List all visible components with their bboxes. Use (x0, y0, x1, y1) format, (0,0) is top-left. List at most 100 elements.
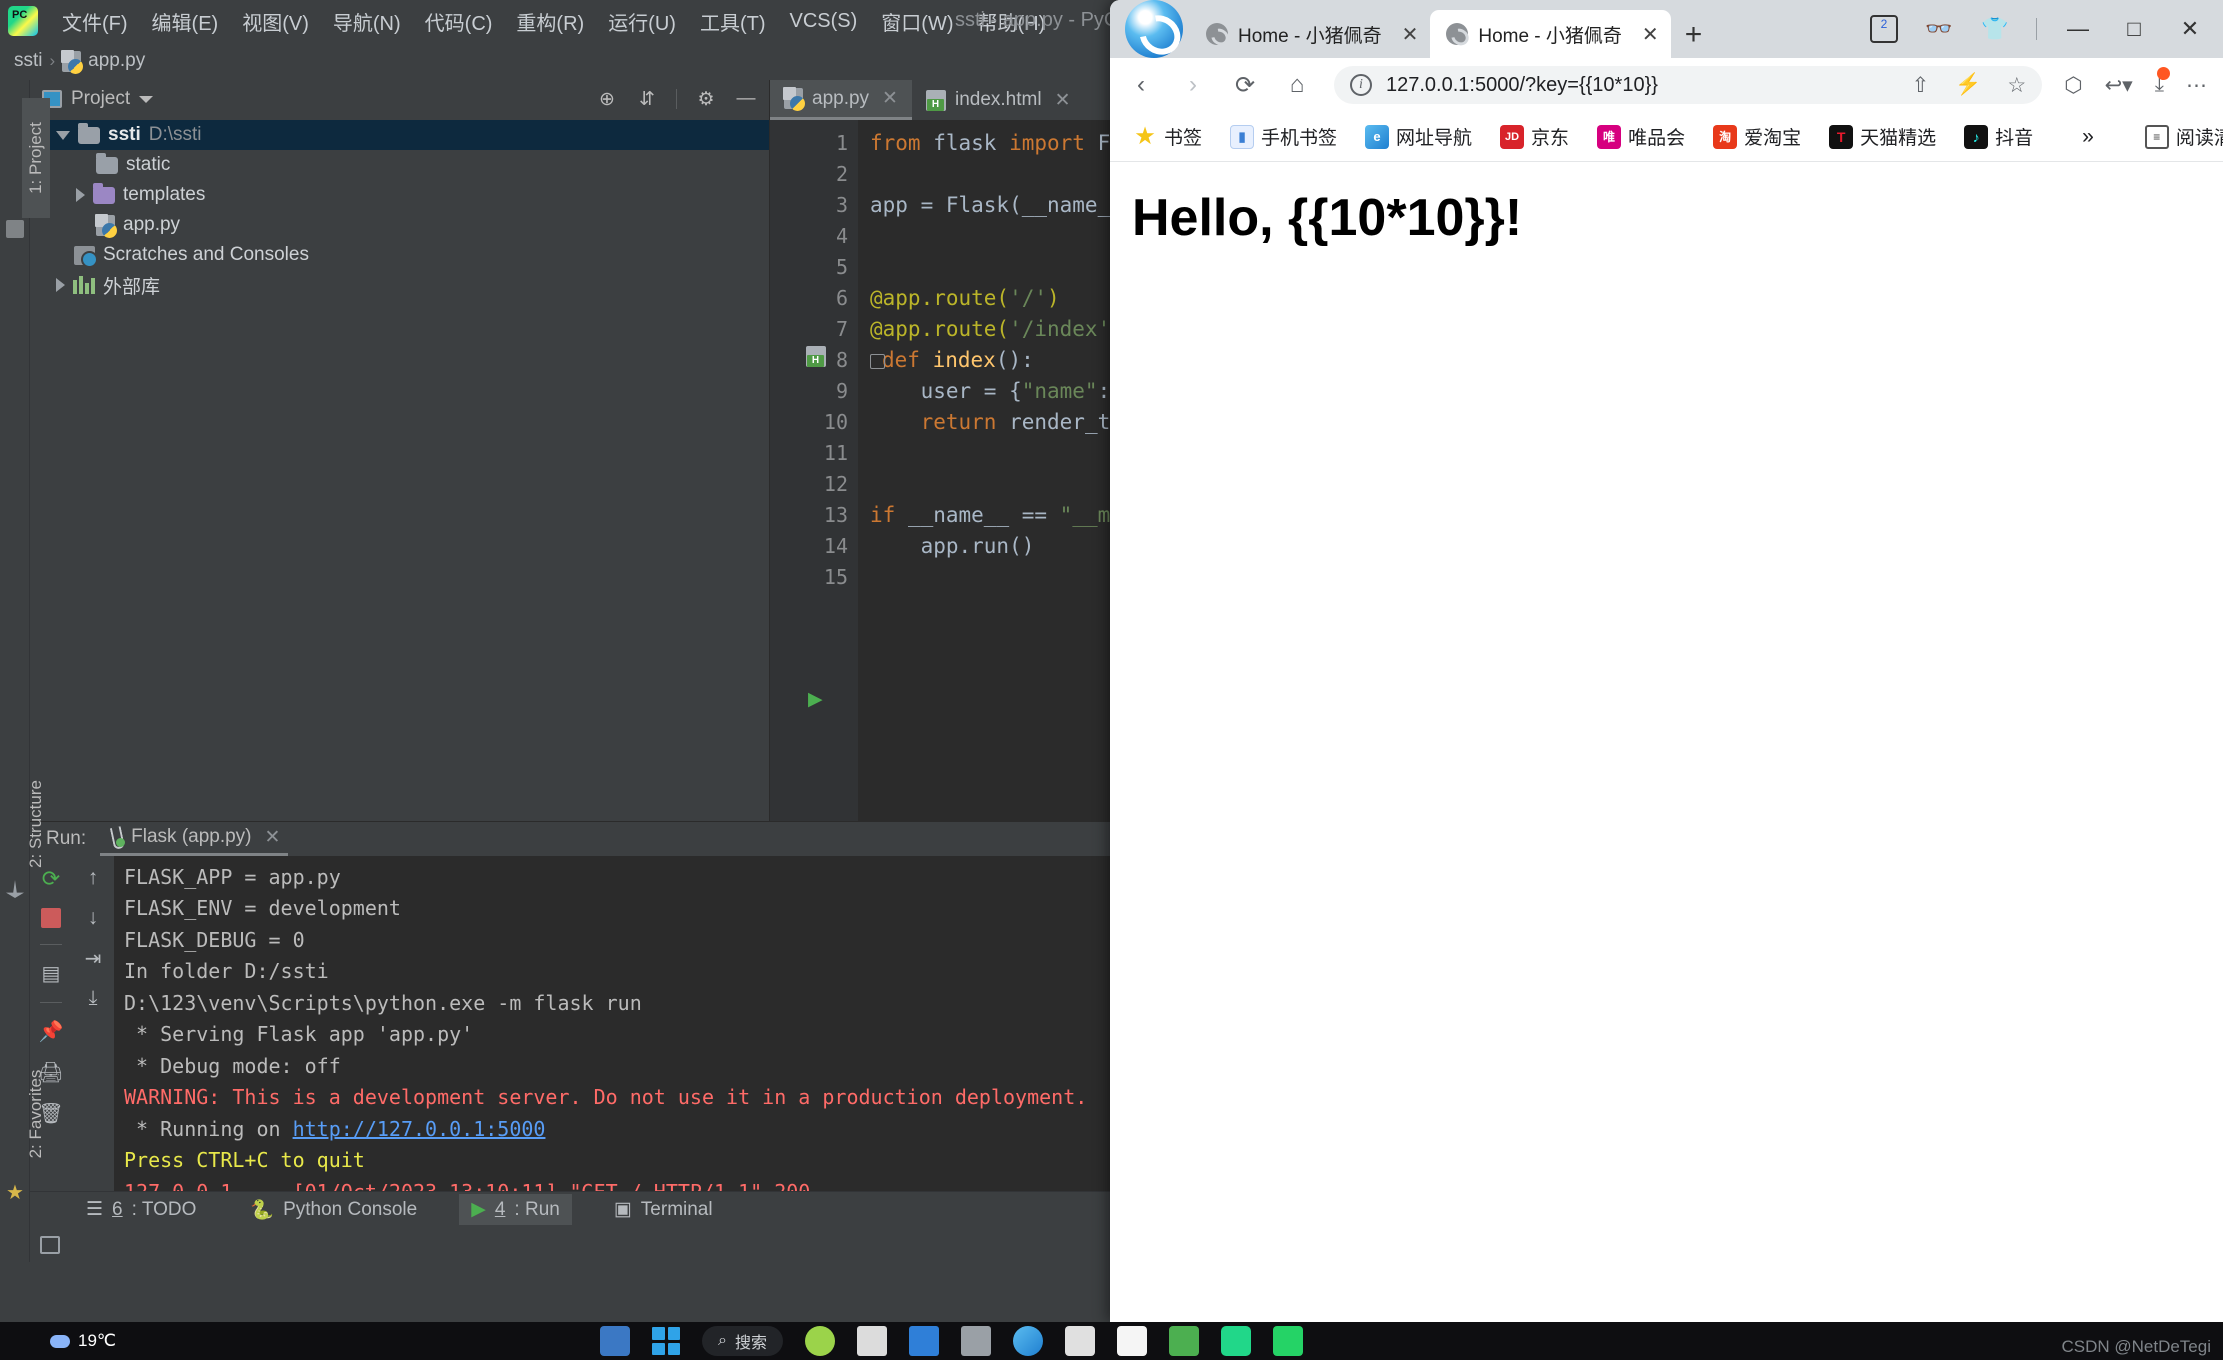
taskbar-weather[interactable]: 19℃ (0, 1331, 116, 1351)
address-bar[interactable]: i 127.0.0.1:5000/?key={{10*10}} ⇧ ⚡ ☆ (1334, 66, 2043, 104)
breadcrumb-file[interactable]: app.py (88, 50, 145, 72)
tree-item-ssti[interactable]: ssti D:\ssti (30, 120, 769, 150)
status-item-terminal[interactable]: ▣ Terminal (602, 1194, 725, 1225)
collections-puzzle-icon[interactable]: ⬡ (2064, 73, 2082, 98)
sidebar-item-structure[interactable]: 2: Structure (22, 764, 50, 884)
lightning-icon[interactable]: ⚡ (1955, 73, 1981, 97)
terminal-strip-icon[interactable] (40, 1235, 60, 1254)
tree-item-static[interactable]: static (30, 150, 769, 180)
reading-list-button[interactable]: ≡ 阅读清单 (2136, 119, 2223, 154)
browser-tab-1[interactable]: Home - 小猪佩奇 ✕ (1190, 10, 1431, 58)
taskbar-search[interactable]: ⌕ 搜索 (702, 1326, 783, 1356)
bookmark-item-4[interactable]: 唯唯品会 (1588, 119, 1694, 154)
chevron-down-icon[interactable] (139, 95, 154, 103)
expand-arrow-icon[interactable] (56, 278, 65, 292)
close-icon[interactable]: ✕ (882, 87, 898, 110)
tree-item-scratches[interactable]: Scratches and Consoles (30, 240, 769, 270)
incognito-icon[interactable]: 👓 (1924, 16, 1954, 42)
soft-wrap-icon[interactable]: ⇥ (85, 946, 102, 971)
site-info-icon[interactable]: i (1350, 74, 1372, 96)
bookmarks-strip-icon[interactable] (6, 220, 24, 238)
bookmark-item-3[interactable]: JD 京东 (1491, 119, 1578, 154)
taskbar-app4-icon[interactable] (1064, 1326, 1095, 1356)
menu-item-window[interactable]: 窗口(W) (869, 4, 965, 39)
breadcrumb-project[interactable]: ssti (14, 50, 43, 72)
menu-item-file[interactable]: 文件(F) (50, 4, 140, 39)
taskbar-app6-icon[interactable] (1168, 1326, 1199, 1356)
gear-icon[interactable]: ⚙ (695, 88, 717, 110)
run-gutter-icon[interactable]: ▶ (808, 688, 823, 711)
layout-icon[interactable]: ▤ (42, 961, 61, 986)
tab-index-html[interactable]: index.html ✕ (912, 80, 1085, 120)
menu-item-navigate[interactable]: 导航(N) (321, 4, 413, 39)
status-item-run[interactable]: ▶ 4: Run (459, 1194, 572, 1226)
taskbar-app-icon[interactable] (600, 1326, 630, 1356)
down-arrow-icon[interactable]: ↓ (88, 906, 99, 930)
taskbar-app5-icon[interactable] (1116, 1326, 1147, 1356)
bookmark-item-1[interactable]: ▮ 手机书签 (1221, 119, 1346, 154)
status-item-python-console[interactable]: 🐍 Python Console (238, 1194, 429, 1226)
menu-item-refactor[interactable]: 重构(R) (504, 4, 596, 39)
menu-item-view[interactable]: 视图(V) (230, 4, 321, 39)
close-icon[interactable]: ✕ (1642, 22, 1659, 47)
menu-item-run[interactable]: 运行(U) (596, 4, 688, 39)
taskbar-app7-icon[interactable] (1272, 1326, 1303, 1356)
home-icon[interactable]: ⌂ (1282, 71, 1312, 99)
menu-item-edit[interactable]: 编辑(E) (140, 4, 231, 39)
tree-item-external-libraries[interactable]: 外部库 (30, 270, 769, 300)
bookmarks-overflow-button[interactable]: » (2082, 125, 2094, 149)
new-tab-button[interactable]: + (1671, 18, 1717, 58)
favorites-star-icon[interactable]: ★ (6, 1180, 24, 1204)
shirt-profile-icon[interactable]: 👕 (1980, 16, 2010, 42)
collections-icon[interactable]: 2 (1870, 15, 1898, 43)
close-icon[interactable]: ✕ (265, 826, 281, 849)
share-icon[interactable]: ⇧ (1912, 73, 1930, 98)
scroll-to-end-icon[interactable]: ⤓ (89, 987, 98, 1010)
expand-arrow-icon[interactable] (56, 130, 70, 140)
project-panel-title[interactable]: Project (71, 88, 130, 110)
maximize-button[interactable]: □ (2119, 16, 2149, 42)
menu-item-vcs[interactable]: VCS(S) (778, 7, 870, 36)
browser-tab-2[interactable]: Home - 小猪佩奇 ✕ (1430, 10, 1671, 58)
close-icon[interactable]: ✕ (1402, 22, 1419, 47)
sidebar-item-favorites[interactable]: 2: Favorites (22, 1054, 50, 1174)
tree-item-templates[interactable]: templates (30, 180, 769, 210)
start-button-icon[interactable] (652, 1327, 680, 1355)
html-template-gutter-icon[interactable] (806, 346, 826, 367)
expand-arrow-icon[interactable] (76, 188, 85, 202)
bookmark-item-6[interactable]: T 天猫精选 (1820, 119, 1945, 154)
favorite-star-icon[interactable]: ☆ (2007, 73, 2026, 98)
close-button[interactable]: ✕ (2175, 16, 2205, 42)
taskbar-edge-icon[interactable] (1012, 1326, 1043, 1356)
status-item-todo[interactable]: ☰ 6: TODO (74, 1194, 208, 1225)
bookmark-item-2[interactable]: e 网址导航 (1356, 119, 1481, 154)
tree-item-app-py[interactable]: app.py (30, 210, 769, 240)
server-url-link[interactable]: http://127.0.0.1:5000 (293, 1117, 546, 1141)
taskbar-explorer-icon[interactable] (856, 1326, 887, 1356)
bookmark-item-5[interactable]: 淘爱淘宝 (1704, 119, 1810, 154)
bookmark-item-7[interactable]: ♪ 抖音 (1955, 119, 2042, 154)
taskbar-app3-icon[interactable] (960, 1326, 991, 1356)
locate-target-icon[interactable]: ⊕ (596, 88, 618, 110)
forward-icon[interactable]: › (1178, 71, 1208, 99)
minimize-button[interactable]: — (2063, 16, 2093, 42)
run-configuration-tab[interactable]: Flask (app.py) ✕ (100, 822, 289, 856)
collapse-all-icon[interactable]: ⇵ (636, 88, 658, 110)
reload-icon[interactable]: ⟳ (1230, 71, 1260, 100)
taskbar-pycharm-icon[interactable] (1220, 1326, 1251, 1356)
taskbar-widget-icon[interactable] (804, 1326, 835, 1356)
stop-icon[interactable] (41, 907, 61, 928)
close-icon[interactable]: ✕ (1055, 89, 1071, 112)
pin-icon[interactable]: 📌 (39, 1019, 64, 1044)
taskbar-app2-icon[interactable] (908, 1326, 939, 1356)
tab-app-py[interactable]: app.py ✕ (770, 80, 912, 120)
menu-item-tools[interactable]: 工具(T) (688, 4, 778, 39)
history-back-dropdown-icon[interactable]: ↩▾ (2105, 73, 2133, 98)
downloads-icon[interactable]: ⤓ (2155, 67, 2171, 97)
back-icon[interactable]: ‹ (1126, 71, 1156, 99)
bookmark-item-0[interactable]: ★ 书签 (1124, 119, 1211, 154)
minimize-icon[interactable]: — (735, 88, 757, 110)
sidebar-item-project[interactable]: 1: Project (22, 98, 50, 218)
up-arrow-icon[interactable]: ↑ (88, 866, 99, 890)
menu-item-code[interactable]: 代码(C) (413, 4, 505, 39)
